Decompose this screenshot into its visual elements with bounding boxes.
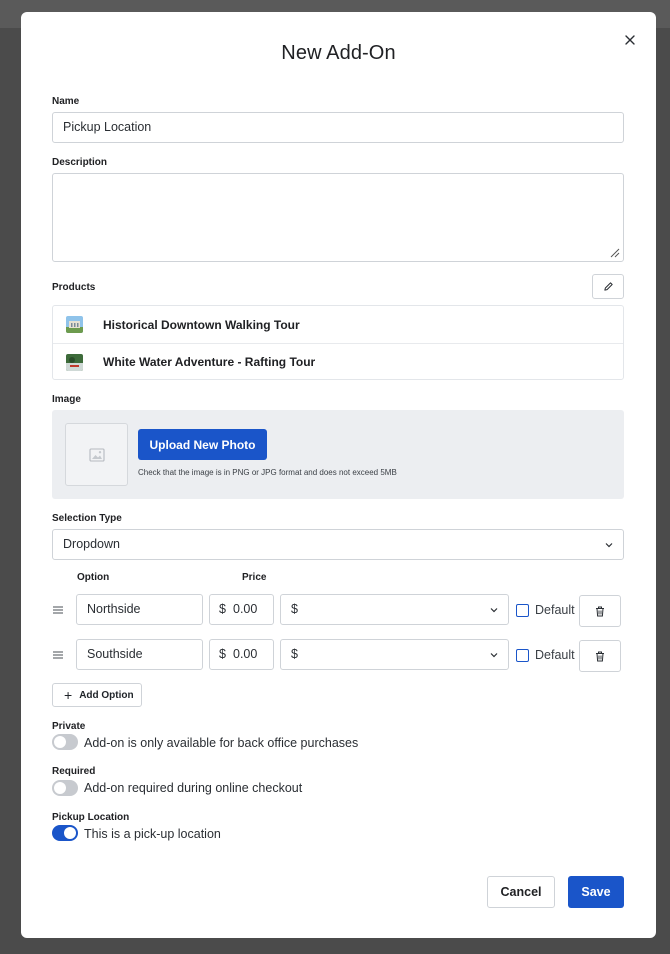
delete-option-button[interactable]: [579, 640, 621, 672]
private-label: Private: [52, 721, 86, 732]
drag-handle-icon[interactable]: [53, 606, 63, 614]
add-option-label: Add Option: [79, 689, 134, 701]
selection-type-value: Dropdown: [63, 537, 120, 551]
name-input[interactable]: Pickup Location: [52, 112, 624, 143]
modal-title: New Add-On: [281, 42, 396, 64]
price-value: 0.00: [233, 647, 258, 661]
edit-products-button[interactable]: [592, 274, 624, 299]
products-label: Products: [52, 282, 96, 293]
private-toggle[interactable]: [52, 734, 78, 750]
option-name-input[interactable]: Southside: [76, 639, 203, 670]
default-checkbox[interactable]: [516, 649, 529, 662]
product-thumbnail: [66, 353, 83, 371]
plus-icon: +: [64, 687, 73, 703]
close-icon[interactable]: [622, 32, 638, 48]
default-label: Default: [535, 603, 575, 617]
default-checkbox[interactable]: [516, 604, 529, 617]
chevron-down-icon: [490, 608, 498, 613]
description-textarea[interactable]: [52, 173, 624, 262]
product-row[interactable]: White Water Adventure - Rafting Tour: [53, 343, 623, 380]
add-on-modal: New Add-On Name Pickup Location Descript…: [21, 12, 656, 938]
name-label: Name: [52, 96, 80, 107]
option-currency-select[interactable]: $: [280, 594, 509, 625]
selection-type-label: Selection Type: [52, 513, 122, 524]
default-label: Default: [535, 648, 575, 662]
upload-hint: Check that the image is in PNG or JPG fo…: [138, 468, 397, 477]
price-currency-symbol: $: [219, 602, 226, 616]
product-thumbnail: [66, 316, 83, 333]
price-value: 0.00: [233, 602, 258, 616]
required-label: Required: [52, 766, 96, 777]
image-placeholder: [65, 423, 128, 486]
option-price-input[interactable]: $ 0.00: [209, 639, 274, 670]
option-name-input[interactable]: Northside: [76, 594, 203, 625]
option-price-input[interactable]: $ 0.00: [209, 594, 274, 625]
product-row[interactable]: Historical Downtown Walking Tour: [53, 306, 623, 343]
trash-icon: [596, 606, 604, 616]
add-option-button[interactable]: + Add Option: [52, 683, 142, 707]
required-description: Add-on required during online checkout: [84, 781, 303, 795]
option-column-header: Option: [77, 572, 110, 583]
resize-handle-icon[interactable]: [610, 248, 620, 258]
product-name: Historical Downtown Walking Tour: [103, 317, 300, 332]
description-label: Description: [52, 157, 108, 168]
image-placeholder-icon: [88, 447, 105, 462]
cancel-button[interactable]: Cancel: [487, 876, 555, 908]
option-currency-select[interactable]: $: [280, 639, 509, 670]
pickup-location-label: Pickup Location: [52, 812, 130, 823]
private-description: Add-on is only available for back office…: [84, 736, 359, 750]
selection-type-select[interactable]: Dropdown: [52, 529, 624, 560]
currency-value: $: [291, 647, 298, 661]
price-column-header: Price: [242, 572, 267, 583]
upload-photo-button[interactable]: Upload New Photo: [138, 429, 267, 460]
delete-option-button[interactable]: [579, 595, 621, 627]
chevron-down-icon: [490, 653, 498, 658]
pencil-icon: [603, 282, 613, 291]
drag-handle-icon[interactable]: [53, 651, 63, 659]
pickup-location-toggle[interactable]: [52, 825, 78, 841]
price-currency-symbol: $: [219, 647, 226, 661]
trash-icon: [596, 651, 604, 661]
pickup-location-description: This is a pick-up location: [84, 827, 221, 841]
image-upload-panel: Upload New Photo Check that the image is…: [52, 410, 624, 499]
required-toggle[interactable]: [52, 780, 78, 796]
currency-value: $: [291, 602, 298, 616]
save-button[interactable]: Save: [568, 876, 624, 908]
chevron-down-icon: [605, 543, 613, 548]
products-list: Historical Downtown Walking Tour White W…: [52, 305, 624, 380]
product-name: White Water Adventure - Rafting Tour: [103, 355, 316, 369]
image-label: Image: [52, 394, 81, 405]
